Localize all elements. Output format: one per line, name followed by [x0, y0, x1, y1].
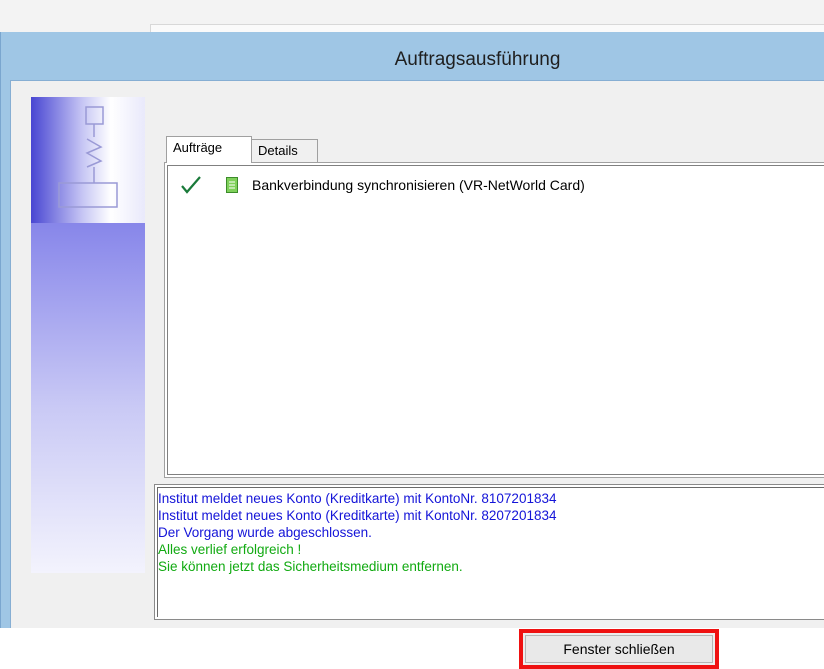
log-output[interactable]: Institut meldet neues Konto (Kreditkarte… — [154, 484, 824, 620]
close-button-label: Fenster schließen — [563, 641, 675, 657]
log-line: Institut meldet neues Konto (Kreditkarte… — [158, 508, 557, 523]
log-line: Sie können jetzt das Sicherheitsmedium e… — [158, 559, 463, 574]
log-line: Institut meldet neues Konto (Kreditkarte… — [158, 491, 557, 506]
log-output-frame: Institut meldet neues Konto (Kreditkarte… — [157, 487, 824, 617]
tab-auftraege[interactable]: Aufträge — [166, 136, 252, 163]
list-item[interactable]: Bankverbindung synchronisieren (VR-NetWo… — [174, 174, 824, 196]
check-icon — [181, 176, 201, 194]
job-label: Bankverbindung synchronisieren (VR-NetWo… — [252, 177, 585, 193]
close-window-button[interactable]: Fenster schließen — [519, 629, 719, 669]
window-title: Auftragsausführung — [394, 49, 561, 70]
background-window — [0, 0, 824, 33]
log-line: Alles verlief erfolgreich ! — [158, 542, 302, 557]
flowchart-icon — [58, 106, 118, 208]
log-line: Der Vorgang wurde abgeschlossen. — [158, 525, 372, 540]
tab-details[interactable]: Details — [252, 139, 318, 163]
wizard-side-graphic — [31, 97, 145, 573]
document-icon — [226, 177, 238, 193]
dialog-window: Auftragsausführung Aufträge Details Bank… — [0, 32, 824, 669]
jobs-list-frame: Bankverbindung synchronisieren (VR-NetWo… — [167, 165, 824, 475]
dialog-client-area: Aufträge Details Bankverbindung synchron… — [10, 80, 824, 669]
jobs-list[interactable]: Bankverbindung synchronisieren (VR-NetWo… — [164, 162, 824, 478]
